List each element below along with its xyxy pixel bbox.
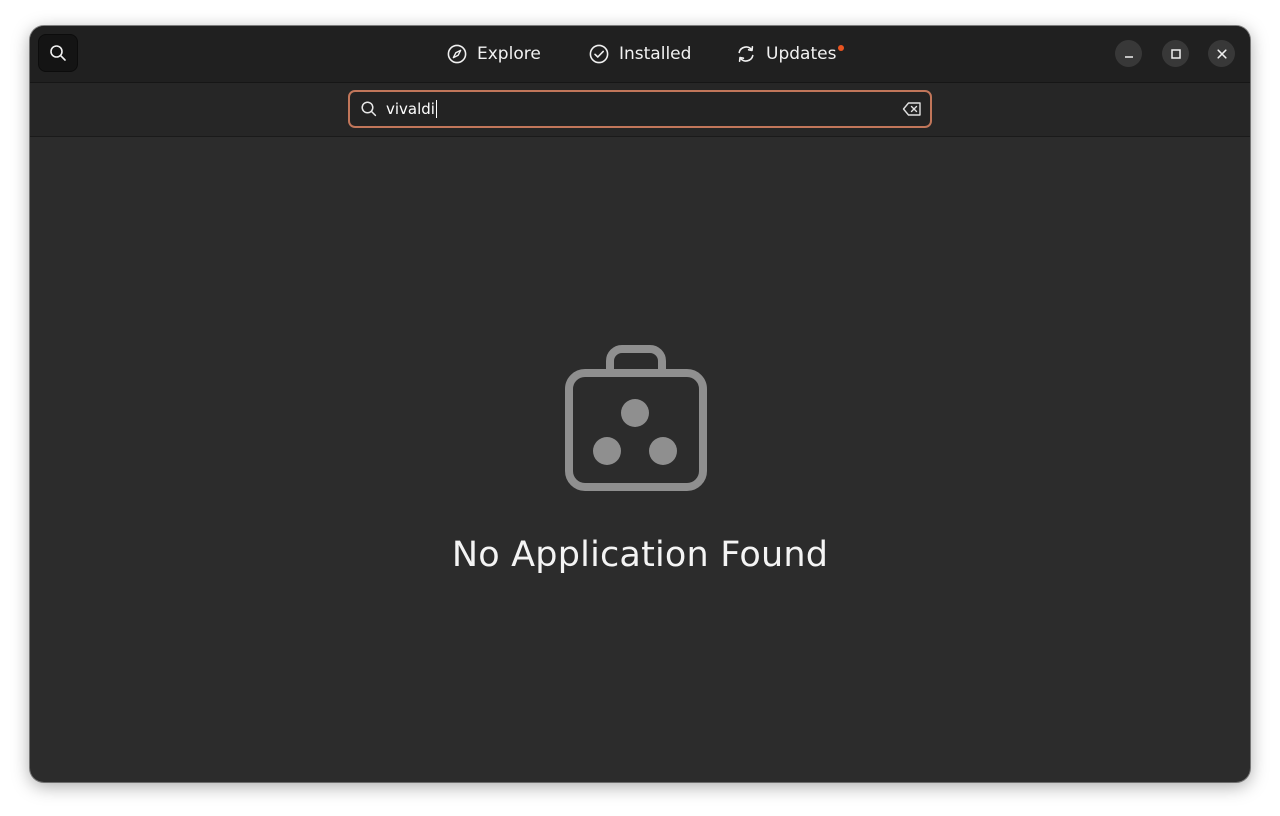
maximize-icon xyxy=(1170,48,1181,59)
check-circle-icon xyxy=(588,43,610,65)
close-icon xyxy=(1216,48,1227,59)
tab-installed[interactable]: Installed xyxy=(588,40,691,68)
minimize-icon xyxy=(1124,55,1133,58)
tab-explore-label: Explore xyxy=(477,44,541,64)
refresh-icon xyxy=(735,43,757,65)
backspace-icon[interactable] xyxy=(902,101,922,117)
minimize-button[interactable] xyxy=(1115,40,1142,67)
search-toggle-button[interactable] xyxy=(38,34,78,72)
empty-state-message: No Application Found xyxy=(451,535,829,575)
search-input-value: vivaldi xyxy=(386,100,437,118)
tab-installed-label: Installed xyxy=(619,44,692,64)
search-bar: vivaldi xyxy=(30,83,1250,137)
tab-updates-label-wrap: Updates xyxy=(766,44,845,64)
maximize-button[interactable] xyxy=(1162,40,1189,67)
tab-updates[interactable]: Updates xyxy=(735,40,845,68)
header-bar: Explore Installed Updates xyxy=(30,26,1250,83)
close-button[interactable] xyxy=(1208,40,1235,67)
view-switcher: Explore Installed Updates xyxy=(30,26,1250,82)
notification-dot xyxy=(838,45,845,51)
search-icon xyxy=(50,45,66,61)
search-entry-icon xyxy=(360,100,378,118)
tab-updates-label: Updates xyxy=(766,44,837,64)
shopping-bag-icon xyxy=(565,345,707,491)
tab-explore[interactable]: Explore xyxy=(446,40,541,68)
compass-icon xyxy=(446,43,468,65)
app-window: Explore Installed Updates vivaldi No App… xyxy=(30,26,1250,782)
empty-state: No Application Found xyxy=(30,137,1250,782)
search-input[interactable]: vivaldi xyxy=(348,90,932,128)
